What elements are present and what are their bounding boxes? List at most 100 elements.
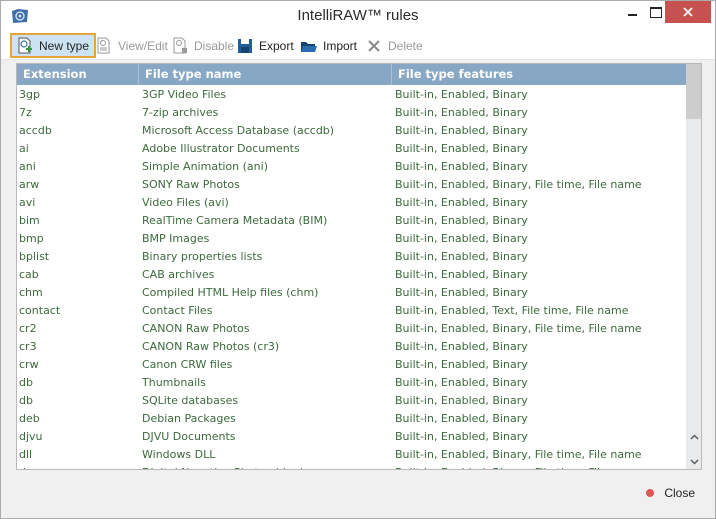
table-row[interactable]: cr2 CANON Raw Photos Built-in, Enabled, Bi…	[17, 320, 686, 338]
cell-extension: djvu	[19, 430, 43, 443]
table-row[interactable]: bmp BMP Images Built-in, Enabled, Binary	[17, 230, 686, 248]
cell-file-type-name: SQLite databases	[142, 394, 239, 407]
new-type-button[interactable]: New type	[10, 33, 97, 58]
vertical-scrollbar[interactable]	[686, 64, 701, 469]
cell-extension: ani	[19, 160, 36, 173]
table-row[interactable]: bplist Binary properties lists Built-in, E…	[17, 248, 686, 266]
table-row[interactable]: ai Adobe Illustrator Documents Built-in, E…	[17, 140, 686, 158]
cell-file-type-name: Thumbnails	[142, 376, 206, 389]
scroll-up-button[interactable]	[686, 429, 701, 445]
cell-file-type-name: SONY Raw Photos	[142, 178, 240, 191]
cell-file-type-name: Canon CRW files	[142, 358, 233, 371]
table-row[interactable]: ani Simple Animation (ani) Built-in, Enabl…	[17, 158, 686, 176]
chevron-down-icon	[690, 459, 698, 465]
table-row[interactable]: cr3 CANON Raw Photos (cr3) Built-in, Enabl…	[17, 338, 686, 356]
table-row[interactable]: djvu DJVU Documents Built-in, Enabled, Bin…	[17, 428, 686, 446]
cell-file-type-name: Binary properties lists	[142, 250, 263, 263]
cell-file-type-features: Built-in, Enabled, Text, File time, File…	[395, 304, 629, 317]
close-dot-icon	[646, 489, 655, 497]
table-row[interactable]: dll Windows DLL Built-in, Enabled, Binary,…	[17, 446, 686, 464]
scroll-down-button[interactable]	[686, 454, 701, 469]
cell-extension: deb	[19, 412, 40, 425]
cell-file-type-name: Windows DLL	[142, 448, 216, 461]
cell-file-type-features: Built-in, Enabled, Binary	[395, 214, 528, 227]
cell-file-type-name: BMP Images	[142, 232, 210, 245]
table-row[interactable]: 3gp 3GP Video Files Built-in, Enabled, Bin…	[17, 86, 686, 104]
cell-file-type-features: Built-in, Enabled, Binary	[395, 106, 528, 119]
cell-file-type-features: Built-in, Enabled, Binary	[395, 286, 528, 299]
cell-file-type-features: Built-in, Enabled, Binary, File time, Fi…	[395, 448, 642, 461]
table-body: 3gp 3GP Video Files Built-in, Enabled, Bin…	[17, 86, 686, 469]
window-title: IntelliRAW™ rules	[297, 7, 419, 24]
scrollbar-thumb[interactable]	[686, 64, 701, 119]
close-button[interactable]: Close	[646, 483, 695, 503]
cell-file-type-features: Built-in, Enabled, Binary	[395, 394, 528, 407]
import-button[interactable]: Import	[296, 33, 362, 58]
cell-file-type-name: Microsoft Access Database (accdb)	[142, 124, 335, 137]
cell-extension: cr2	[19, 322, 37, 335]
open-folder-icon	[300, 37, 318, 55]
cell-extension: db	[19, 394, 33, 407]
cell-extension: avi	[19, 196, 36, 209]
column-header-file-type-name[interactable]: File type name	[139, 64, 392, 85]
export-label: Export	[259, 38, 294, 53]
cell-file-type-name: Contact Files	[142, 304, 213, 317]
cell-file-type-features: Built-in, Enabled, Binary, File time, Fi…	[393, 464, 686, 469]
cell-file-type-features: Built-in, Enabled, Binary	[395, 250, 528, 263]
close-label: Close	[664, 486, 695, 500]
intelliraw-rules-dialog: IntelliRAW™ rules New type View/Edit Dis…	[0, 0, 716, 519]
table-row[interactable]: deb Debian Packages Built-in, Enabled, Bin…	[17, 410, 686, 428]
table-row[interactable]: db Thumbnails Built-in, Enabled, Binary	[17, 374, 686, 392]
cell-file-type-name: RealTime Camera Metadata (BIM)	[142, 214, 328, 227]
table-row[interactable]: accdb Microsoft Access Database (accdb) Bu…	[17, 122, 686, 140]
table-row[interactable]: contact Contact Files Built-in, Enabled, T…	[17, 302, 686, 320]
cell-extension: cab	[19, 268, 39, 281]
table-row[interactable]: avi Video Files (avi) Built-in, Enabled, B…	[17, 194, 686, 212]
cell-file-type-features: Built-in, Enabled, Binary	[395, 376, 528, 389]
cell-extension: bplist	[19, 250, 50, 263]
table-row[interactable]: 7z 7-zip archives Built-in, Enabled, Binar…	[17, 104, 686, 122]
cell-extension: ai	[19, 142, 29, 155]
table-row[interactable]: db SQLite databases Built-in, Enabled, Bin…	[17, 392, 686, 410]
toolbar: New type View/Edit Disable Export Import…	[1, 31, 715, 60]
table-row[interactable]: chm Compiled HTML Help files (chm) Built-i…	[17, 284, 686, 302]
view-edit-button[interactable]: View/Edit	[91, 33, 173, 58]
cell-extension: bim	[19, 214, 40, 227]
cell-extension: bmp	[19, 232, 44, 245]
column-header-file-type-features[interactable]: File type features	[392, 64, 686, 85]
cell-extension: arw	[19, 178, 40, 191]
cell-extension: db	[19, 376, 33, 389]
title-bar: IntelliRAW™ rules	[1, 1, 715, 31]
cell-file-type-name: CANON Raw Photos	[142, 322, 250, 335]
export-button[interactable]: Export	[232, 33, 299, 58]
disable-icon	[171, 37, 189, 55]
cell-file-type-features: Built-in, Enabled, Binary	[395, 340, 528, 353]
cell-file-type-name: 3GP Video Files	[142, 88, 227, 101]
disable-label: Disable	[194, 38, 235, 53]
cell-file-type-name: Compiled HTML Help files (chm)	[142, 286, 319, 299]
cell-file-type-features: Built-in, Enabled, Binary	[395, 142, 528, 155]
delete-button[interactable]: Delete	[361, 33, 428, 58]
table-header: Extension File type name File type featu…	[17, 64, 686, 85]
table-row[interactable]: dngDigital Negative Photos (dng)Built-in…	[17, 464, 686, 469]
delete-x-icon	[365, 37, 383, 55]
table-row[interactable]: arw SONY Raw Photos Built-in, Enabled, Bin…	[17, 176, 686, 194]
cell-extension: 3gp	[19, 88, 40, 101]
cell-file-type-features: Built-in, Enabled, Binary	[395, 196, 528, 209]
cell-extension: dng	[17, 464, 140, 469]
close-icon	[683, 7, 693, 17]
cell-file-type-features: Built-in, Enabled, Binary, File time, Fi…	[395, 178, 642, 191]
cell-file-type-features: Built-in, Enabled, Binary	[395, 124, 528, 137]
cell-file-type-features: Built-in, Enabled, Binary	[395, 232, 528, 245]
cell-file-type-features: Built-in, Enabled, Binary	[395, 412, 528, 425]
table-row[interactable]: cab CAB archives Built-in, Enabled, Binary	[17, 266, 686, 284]
column-header-extension[interactable]: Extension	[17, 64, 139, 85]
table-row[interactable]: crw Canon CRW files Built-in, Enabled, Bin…	[17, 356, 686, 374]
cell-file-type-name: Video Files (avi)	[142, 196, 229, 209]
cell-file-type-features: Built-in, Enabled, Binary	[395, 358, 528, 371]
file-types-table: Extension File type name File type featu…	[16, 63, 702, 470]
cell-extension: accdb	[19, 124, 52, 137]
close-window-button[interactable]	[665, 1, 711, 23]
table-row[interactable]: bim RealTime Camera Metadata (BIM) Built-i…	[17, 212, 686, 230]
disable-button[interactable]: Disable	[167, 33, 239, 58]
